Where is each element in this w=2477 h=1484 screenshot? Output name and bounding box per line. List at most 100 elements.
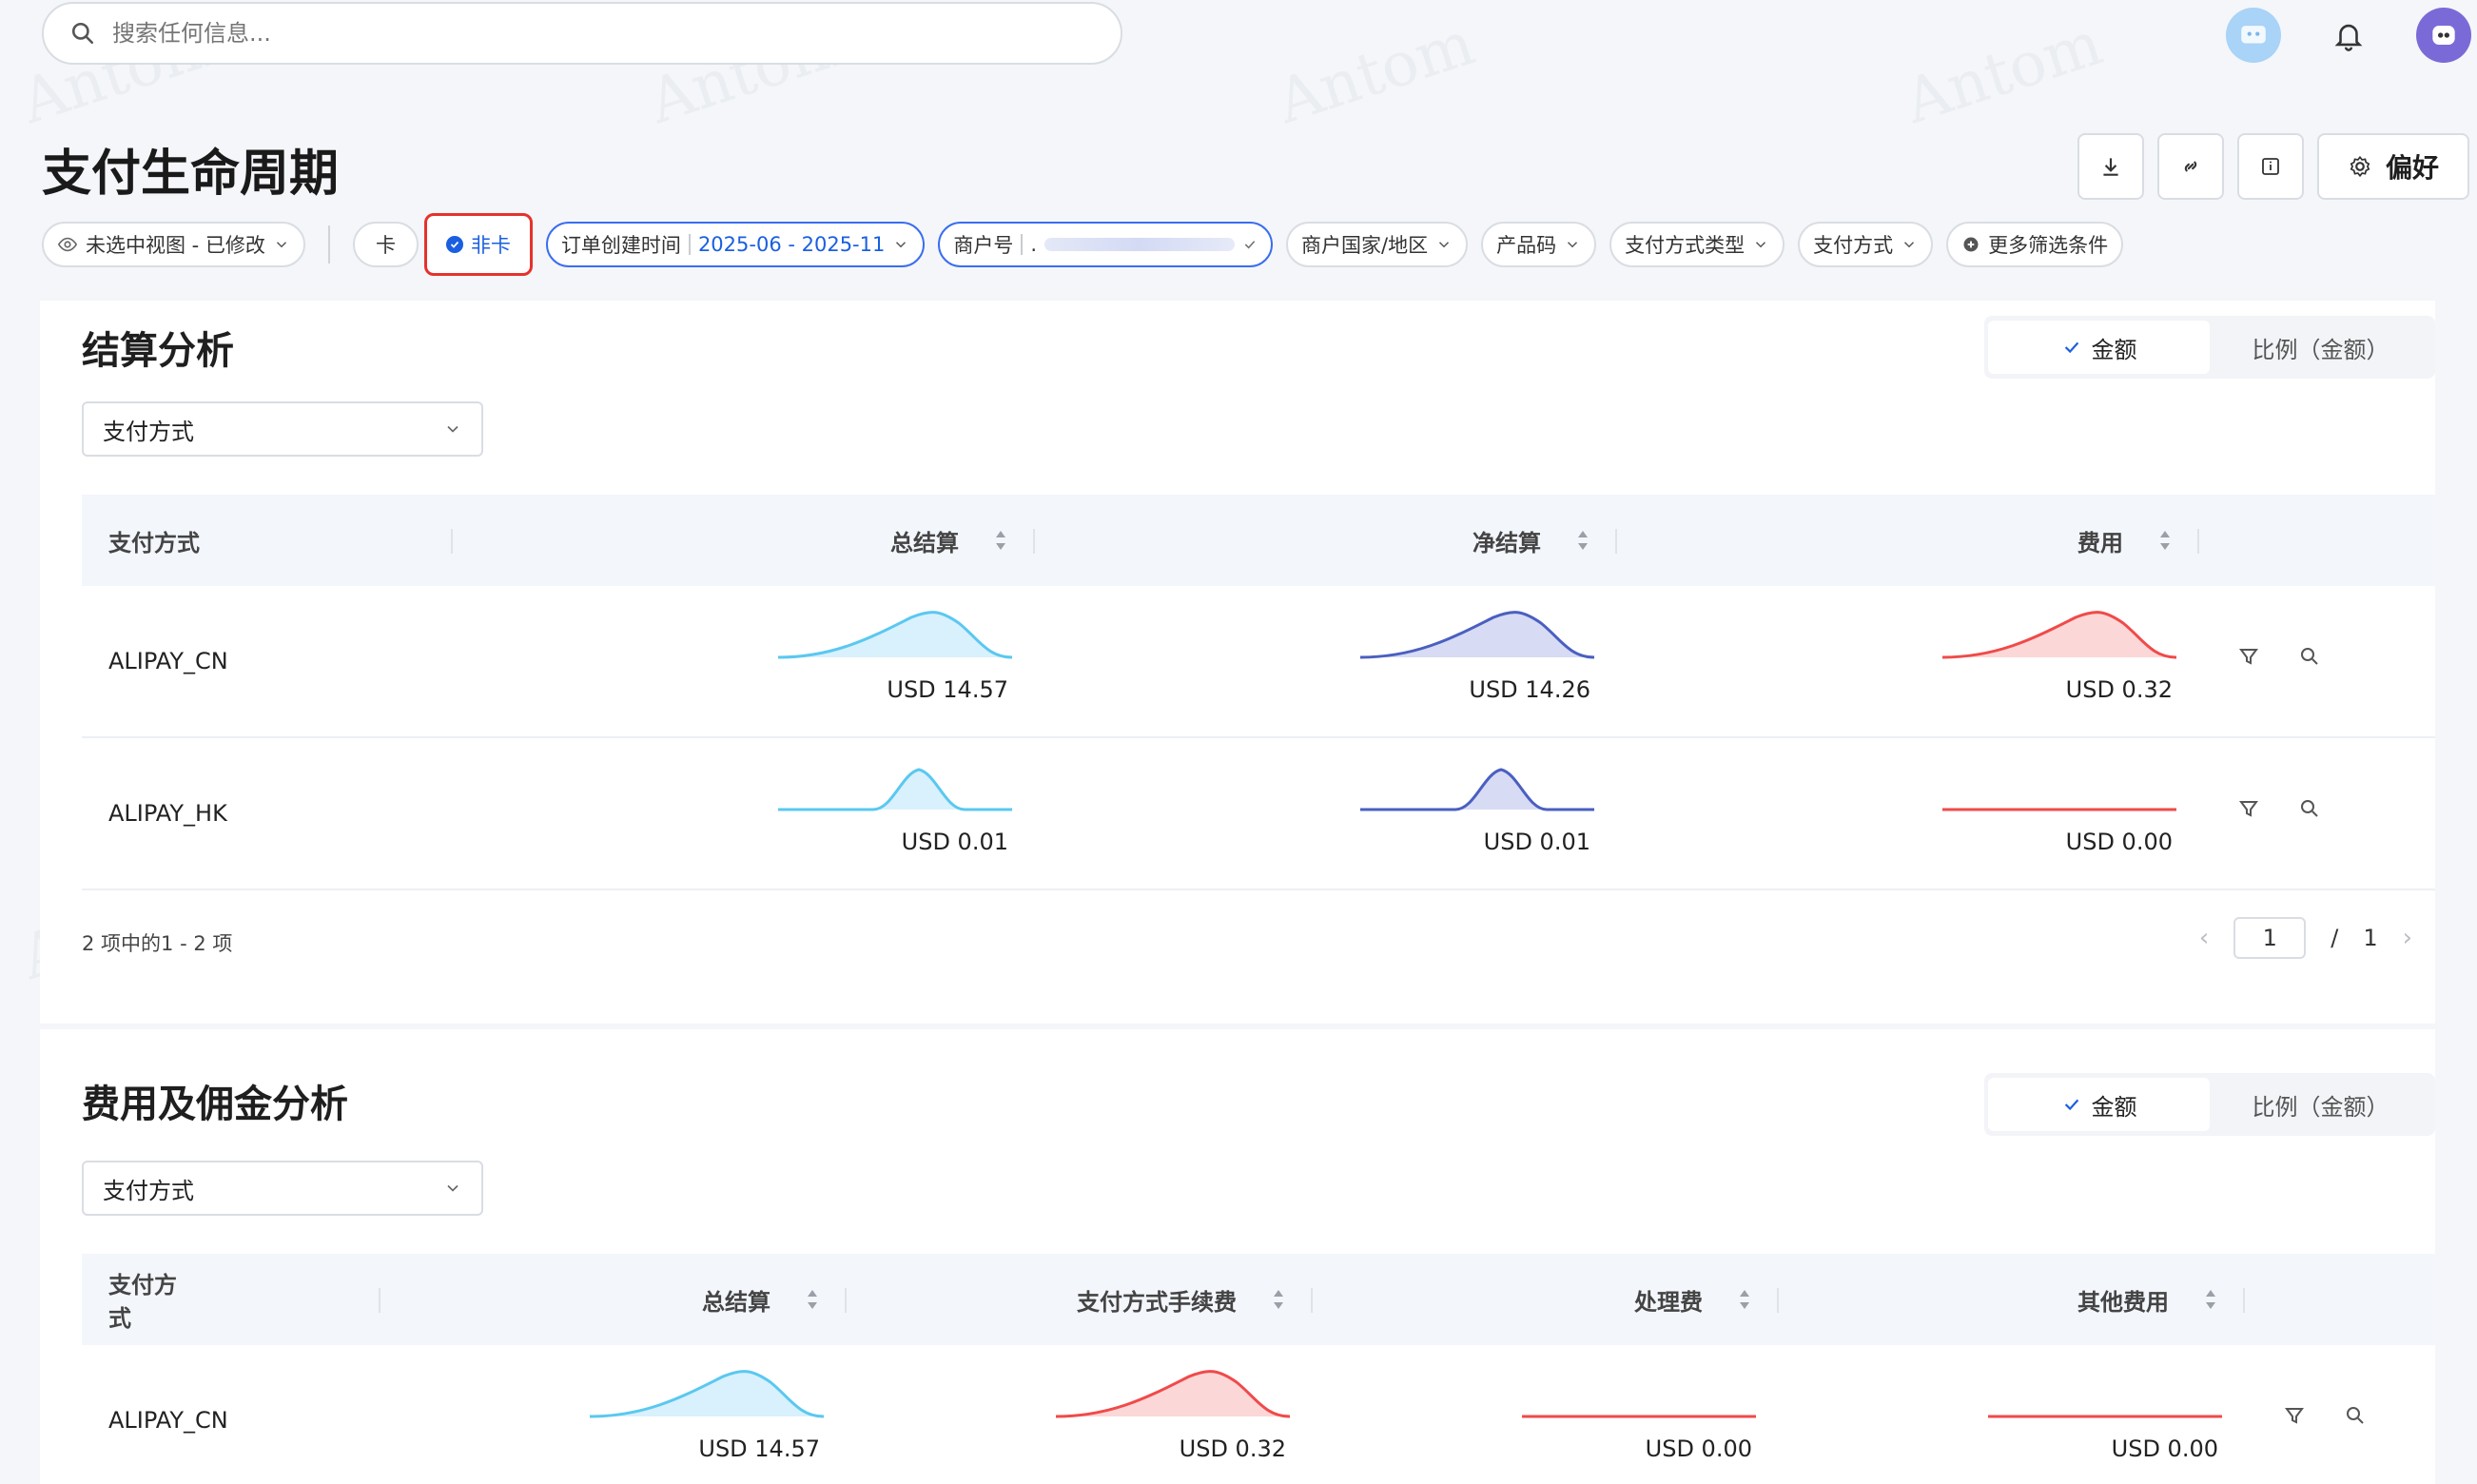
row-actions xyxy=(2237,645,2321,668)
view-selector[interactable]: 未选中视图 - 已修改 xyxy=(42,222,305,267)
group-by-select[interactable]: 支付方式 xyxy=(82,401,483,457)
column-label: 总结算 xyxy=(890,529,959,556)
share-link-button[interactable] xyxy=(2156,133,2224,200)
ratio-label: 比例（金额） xyxy=(2252,336,2389,363)
fees-title: 费用及佣金分析 xyxy=(82,1083,348,1126)
ratio-option[interactable]: 比例（金额） xyxy=(2210,1078,2431,1131)
amount-option[interactable]: 金额 xyxy=(1988,1078,2210,1131)
column-label: 其他费用 xyxy=(2077,1288,2169,1316)
total-settlement-value: USD 14.57 xyxy=(698,1435,820,1462)
settlement-metric-toggle: 金额 比例（金额） xyxy=(1984,316,2435,379)
assistant-icon[interactable] xyxy=(2226,8,2281,63)
card-option[interactable]: 卡 xyxy=(352,222,419,267)
sort-icon xyxy=(996,531,1005,550)
column-header-processing-fee[interactable]: 处理费 xyxy=(1313,1254,1779,1345)
filter-icon[interactable] xyxy=(2283,1404,2306,1427)
amount-label: 金额 xyxy=(2091,336,2137,363)
view-label: 未选中视图 - 已修改 xyxy=(86,234,265,257)
sparkline-total xyxy=(778,768,1012,811)
order-time-value: 2025-06 - 2025-11 xyxy=(697,233,886,256)
bell-icon[interactable] xyxy=(2321,8,2376,63)
separator xyxy=(1021,234,1024,255)
total-settlement-value: USD 0.01 xyxy=(901,829,1008,855)
avatar[interactable] xyxy=(2416,8,2471,63)
filter-bar: 未选中视图 - 已修改 卡 非卡 订单创建时间 2025-06 - 2025-1… xyxy=(42,213,2124,276)
sort-icon xyxy=(1578,531,1588,550)
processing-fee-cell: USD 0.00 xyxy=(1313,1344,1779,1484)
table-row[interactable]: ALIPAY_HK USD 0.01 USD 0.01 USD 0.00 xyxy=(82,738,2435,890)
sparkline-pm-fee xyxy=(1056,1370,1290,1418)
chevron-down-icon xyxy=(1756,242,1766,248)
filter-icon[interactable] xyxy=(2237,645,2260,668)
search-icon[interactable] xyxy=(2344,1404,2367,1427)
preferences-button[interactable]: 偏好 xyxy=(2316,133,2469,200)
column-header-fee[interactable]: 费用 xyxy=(1617,495,2199,586)
total-settlement-value: USD 14.57 xyxy=(887,676,1008,703)
sort-icon xyxy=(2160,531,2170,550)
eye-icon xyxy=(57,237,78,252)
more-filters-button[interactable]: 更多筛选条件 xyxy=(1946,222,2124,267)
total-settlement-cell: USD 14.57 xyxy=(453,585,1035,737)
merchant-filter[interactable]: 商户号 . xyxy=(938,222,1274,267)
row-actions xyxy=(2283,1404,2367,1427)
link-icon xyxy=(2184,161,2197,172)
column-header-other-fee[interactable]: 其他费用 xyxy=(1779,1254,2245,1345)
other-fee-cell: USD 0.00 xyxy=(1779,1344,2245,1484)
prev-page-icon[interactable]: ‹ xyxy=(2199,924,2209,952)
fees-analysis-card: 费用及佣金分析 金额 比例（金额） 支付方式 支付方式 总结算 支付方式手续费 xyxy=(40,1029,2435,1484)
next-page-icon[interactable]: › xyxy=(2403,924,2412,952)
total-pages: 1 xyxy=(2363,925,2378,951)
info-icon xyxy=(2262,158,2279,175)
merchant-value: . xyxy=(1030,233,1038,256)
country-filter[interactable]: 商户国家/地区 xyxy=(1286,222,1469,267)
column-header-total-settlement[interactable]: 总结算 xyxy=(453,495,1035,586)
net-settlement-value: USD 14.26 xyxy=(1469,676,1590,703)
chevron-down-icon xyxy=(276,242,286,248)
amount-option[interactable]: 金额 xyxy=(1988,321,2210,374)
column-header-payment-method[interactable]: 支付方式 xyxy=(82,1254,380,1345)
global-search[interactable] xyxy=(42,2,1122,65)
search-icon[interactable] xyxy=(2298,797,2321,820)
page-input[interactable]: 1 xyxy=(2233,917,2307,959)
column-header-net-settlement[interactable]: 净结算 xyxy=(1035,495,1617,586)
table-row[interactable]: ALIPAY_CN USD 14.57 USD 0.32 USD 0.00 US… xyxy=(82,1345,2435,1484)
table-row[interactable]: ALIPAY_CN USD 14.57 USD 14.26 USD 0.32 xyxy=(82,586,2435,738)
page-separator: / xyxy=(2331,925,2339,951)
settlement-analysis-card: 结算分析 金额 比例（金额） 支付方式 支付方式 总结算 净结算 费用 ALIP… xyxy=(40,301,2435,1024)
divider xyxy=(2197,529,2199,554)
payment-method-filter[interactable]: 支付方式 xyxy=(1798,222,1934,267)
payment-method-name: ALIPAY_CN xyxy=(108,648,228,674)
sparkline-total xyxy=(590,1370,824,1418)
sparkline-total xyxy=(778,611,1012,659)
preferences-label: 偏好 xyxy=(2385,152,2439,184)
column-header-total-settlement[interactable]: 总结算 xyxy=(380,1254,847,1345)
filter-icon[interactable] xyxy=(2237,797,2260,820)
check-circle-icon xyxy=(445,236,463,253)
column-label: 支付方式 xyxy=(108,1272,177,1332)
payment-method-name: ALIPAY_HK xyxy=(108,800,227,827)
ratio-option[interactable]: 比例（金额） xyxy=(2210,321,2431,374)
sparkline-fee xyxy=(1942,611,2176,659)
noncard-option[interactable]: 非卡 xyxy=(423,213,533,276)
pagination-info: 2 项中的1 - 2 项 xyxy=(82,932,233,955)
info-button[interactable] xyxy=(2236,133,2304,200)
plus-circle-icon xyxy=(1963,237,1979,252)
ratio-label: 比例（金额） xyxy=(2252,1093,2389,1121)
search-input[interactable] xyxy=(112,20,968,47)
column-header-payment-method-fee[interactable]: 支付方式手续费 xyxy=(847,1254,1313,1345)
payment-method-label: 支付方式 xyxy=(1813,234,1894,257)
gear-icon xyxy=(2350,155,2370,178)
column-label: 支付方式 xyxy=(108,529,200,556)
fees-table: 支付方式 总结算 支付方式手续费 处理费 其他费用 ALIPAY_CN USD … xyxy=(82,1254,2435,1484)
product-code-filter[interactable]: 产品码 xyxy=(1481,222,1597,267)
payment-method-fee-value: USD 0.32 xyxy=(1179,1435,1286,1462)
download-button[interactable] xyxy=(2077,133,2144,200)
table-header: 支付方式 总结算 支付方式手续费 处理费 其他费用 xyxy=(82,1254,2435,1345)
order-time-filter[interactable]: 订单创建时间 2025-06 - 2025-11 xyxy=(545,222,926,267)
search-icon[interactable] xyxy=(2298,645,2321,668)
column-header-payment-method[interactable]: 支付方式 xyxy=(82,495,453,586)
merchant-label: 商户号 xyxy=(953,234,1014,257)
payment-method-type-filter[interactable]: 支付方式类型 xyxy=(1609,222,1785,267)
chevron-down-icon xyxy=(1568,242,1578,248)
group-by-select[interactable]: 支付方式 xyxy=(82,1161,483,1216)
